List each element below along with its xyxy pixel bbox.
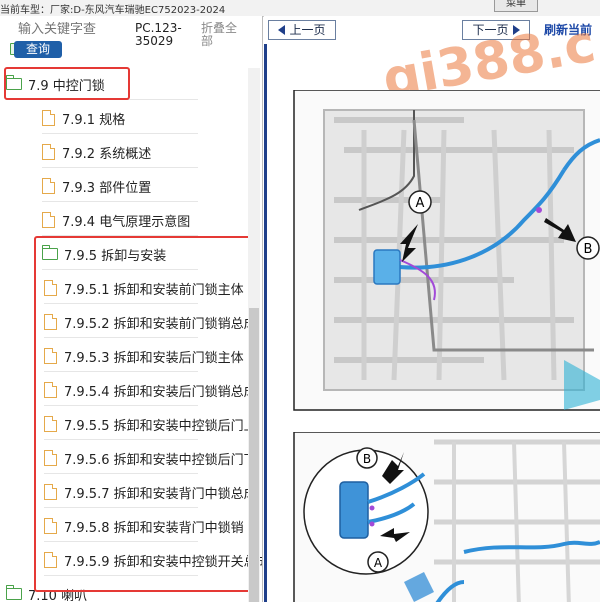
search-input[interactable] [18,22,130,37]
tree-separator [42,201,198,202]
document-icon [42,212,55,228]
menu-button[interactable]: 菜单 [494,0,538,12]
diagram-1: A B [293,90,600,411]
tree-item-label: 7.9.1 规格 [62,112,126,128]
tree-doc-item[interactable]: 7.9.3 部件位置 [42,170,198,202]
top-bar: 当前车型：厂家:D-东风汽车瑞驰EC752023-2024 菜单 [0,0,600,17]
document-icon [42,144,55,160]
folder-icon [6,585,22,600]
document-viewer: 上一页 下一页 刷新当前 qi388.c A B B A [264,16,600,602]
left-panel: 查询 PC.123-35029 折叠全部 7.9 中控门锁7.9.1 规格7.9… [0,16,263,602]
tree-item-label: 7.9.3 部件位置 [62,180,152,196]
arrow-left-icon [278,24,286,35]
tree-scrollbar[interactable] [248,68,260,602]
tree-separator [42,167,198,168]
search-button[interactable]: 查询 [14,41,62,58]
callout-b: B [584,242,593,257]
search-row: 查询 PC.123-35029 折叠全部 [0,16,260,68]
tree-separator [42,133,198,134]
highlight-box-7-9-5 [34,236,260,592]
diagram-2: B A [293,432,600,602]
callout-a: A [416,196,425,211]
tree-doc-item[interactable]: 7.9.1 规格 [42,102,198,134]
document-icon [42,178,55,194]
pc-code: PC.123-35029 [135,21,182,48]
document-icon [42,110,55,126]
scrollbar-thumb[interactable] [249,308,259,602]
callout-a-detail: A [374,556,383,570]
callout-b-detail: B [363,452,371,466]
tree-doc-item[interactable]: 7.9.4 电气原理示意图 [42,204,198,236]
highlight-box-7-9 [4,67,130,100]
tree-doc-item[interactable]: 7.9.2 系统概述 [42,136,198,168]
current-vehicle-label: 当前车型：厂家:D-东风汽车瑞驰EC752023-2024 [0,5,226,16]
tree-item-label: 7.9.4 电气原理示意图 [62,214,191,230]
tree-item-label: 7.9.2 系统概述 [62,146,152,162]
collapse-all-button[interactable]: 折叠全部 [201,22,241,48]
prev-page-button[interactable]: 上一页 [268,20,336,40]
